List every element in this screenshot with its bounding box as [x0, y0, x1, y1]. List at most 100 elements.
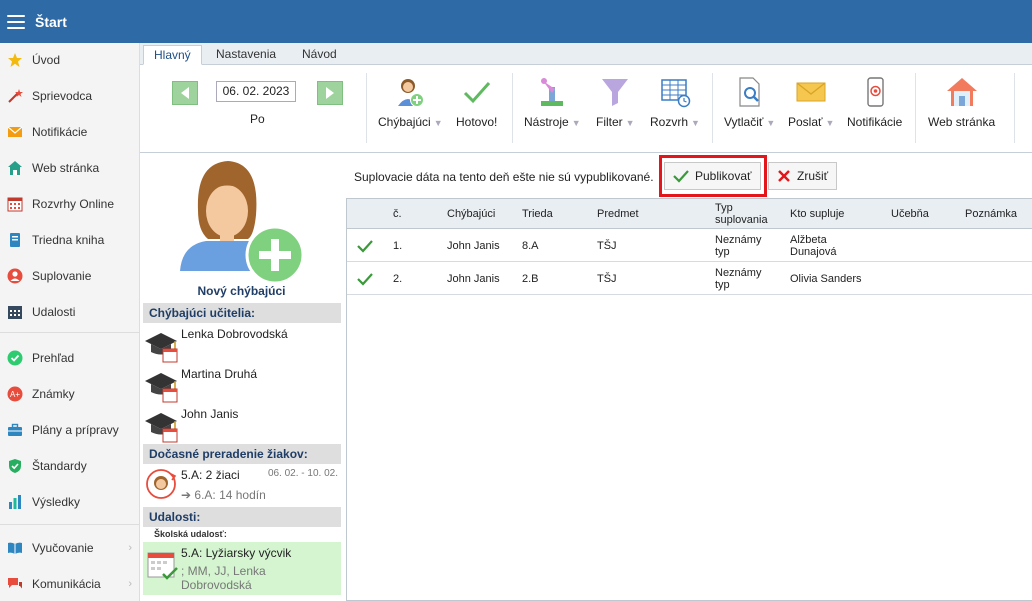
shield-icon [7, 458, 23, 474]
dropdown-arrow-icon: ▼ [433, 118, 443, 128]
tools-icon [535, 75, 569, 109]
print-button[interactable]: Vytlačiť ▼ [724, 75, 775, 129]
dropdown-arrow-icon: ▼ [691, 118, 700, 128]
sidebar-item-label: Sprievodca [32, 89, 93, 103]
cell-absent: John Janis [447, 273, 500, 285]
new-absent-avatar-icon[interactable] [176, 155, 306, 285]
send-button[interactable]: Poslať ▼ [788, 75, 834, 129]
sidebar-item-znamky[interactable]: A+ Známky [0, 377, 140, 411]
sidebar-item-vyucovanie[interactable]: Vyučovanie › [0, 531, 140, 565]
cell-type-line: typ [715, 246, 730, 258]
filter-button[interactable]: Filter ▼ [596, 75, 635, 129]
sidebar-item-sprievodca[interactable]: Sprievodca [0, 79, 140, 113]
teacher-name: Lenka Dobrovodská [181, 327, 288, 341]
calendar-icon [7, 304, 23, 320]
done-button[interactable]: Hotovo! [456, 75, 497, 129]
sidebar: Úvod Sprievodca Notifikácie Web stránka … [0, 43, 140, 601]
column-header-no[interactable]: č. [393, 208, 402, 220]
absent-button[interactable]: Chýbajúci ▼ [378, 75, 443, 129]
reassign-dates: 06. 02. - 10. 02. [267, 468, 338, 479]
dropdown-arrow-icon: ▼ [625, 118, 635, 128]
highlight-annotation [659, 155, 767, 197]
sidebar-item-vysledky[interactable]: Výsledky [0, 485, 140, 519]
graduation-cap-icon [145, 373, 178, 403]
open-book-icon [7, 540, 23, 556]
sidebar-item-rozvrhy-online[interactable]: Rozvrhy Online [0, 187, 140, 221]
star-icon [7, 52, 23, 68]
next-day-button[interactable] [317, 81, 343, 105]
sidebar-item-label: Plány a prípravy [32, 423, 119, 437]
reassign-title: 5.A: 2 žiaci [181, 468, 240, 482]
absent-teacher-item[interactable]: Lenka Dobrovodská [145, 327, 341, 365]
tab-nastavenia[interactable]: Nastavenia [206, 45, 286, 65]
top-bar: Štart [0, 0, 1032, 43]
dropdown-arrow-icon: ▼ [571, 118, 581, 128]
schedule-button[interactable]: Rozvrh ▼ [650, 75, 700, 129]
new-absent-label[interactable]: Nový chýbajúci [141, 284, 342, 298]
column-header-type-line: Typ [715, 202, 733, 214]
cell-substitute-line: Alžbeta [790, 234, 827, 246]
website-button-label: Web stránka [928, 115, 996, 129]
schedule-button-label: Rozvrh [650, 115, 689, 129]
print-preview-icon [733, 75, 767, 109]
cell-type-line: Neznámy [715, 267, 762, 279]
cancel-button-label: Zrušiť [797, 169, 829, 183]
sidebar-item-notifikacie[interactable]: Notifikácie [0, 115, 140, 149]
sidebar-item-plany-a-pripravy[interactable]: Plány a prípravy [0, 413, 140, 447]
cell-subject: TŠJ [597, 240, 617, 252]
event-item[interactable]: 5.A: Lyžiarsky výcvik ; MM, JJ, Lenka Do… [143, 542, 341, 595]
timetable-icon [658, 75, 692, 109]
graduation-cap-icon [145, 333, 178, 363]
column-header-room[interactable]: Učebňa [891, 208, 929, 220]
absent-button-label: Chýbajúci [378, 115, 431, 129]
website-button[interactable]: Web stránka [928, 75, 995, 129]
column-header-class[interactable]: Trieda [522, 208, 553, 220]
sidebar-item-label: Web stránka [32, 161, 100, 175]
column-header-note[interactable]: Poznámka [965, 208, 1017, 220]
close-icon [777, 169, 791, 183]
house-icon [945, 75, 979, 109]
tools-button[interactable]: Nástroje ▼ [524, 75, 581, 129]
calendar-check-icon [147, 552, 178, 580]
cell-no: 1. [393, 240, 403, 252]
sidebar-item-standardy[interactable]: Štandardy [0, 449, 140, 483]
sidebar-item-uvod[interactable]: Úvod [0, 43, 140, 77]
sidebar-item-label: Komunikácia [32, 577, 101, 591]
sidebar-item-udalosti[interactable]: Udalosti [0, 295, 140, 329]
sidebar-item-label: Udalosti [32, 305, 76, 319]
previous-day-button[interactable] [172, 81, 198, 105]
send-button-label: Poslať [788, 115, 823, 129]
person-circle-icon [7, 268, 23, 284]
sidebar-item-suplovanie[interactable]: Suplovanie [0, 259, 140, 293]
chevron-right-icon: › [128, 542, 132, 554]
absent-teacher-item[interactable]: John Janis [145, 407, 341, 445]
more-button[interactable]: N [1024, 75, 1032, 129]
check-circle-icon [7, 350, 23, 366]
sidebar-item-web-stranka[interactable]: Web stránka [0, 151, 140, 185]
absent-teacher-item[interactable]: Martina Druhá [145, 367, 341, 405]
column-header-subject[interactable]: Predmet [597, 208, 639, 220]
table-row[interactable]: 1. John Janis 8.A TŠJ Neznámy typ Alžbet… [347, 229, 1032, 262]
sidebar-item-komunikacia[interactable]: Komunikácia › [0, 567, 140, 601]
substitution-table: č. Chýbajúci Trieda Predmet Typ suplovan… [346, 198, 1032, 601]
cancel-button[interactable]: Zrušiť [768, 162, 838, 190]
checkmark-icon [357, 273, 373, 286]
notifications-button[interactable]: Notifikácie [847, 75, 902, 129]
date-field[interactable]: 06. 02. 2023 [216, 81, 296, 102]
ribbon-divider [915, 73, 916, 143]
phone-notification-icon [858, 75, 892, 109]
menu-icon[interactable] [7, 14, 25, 29]
sidebar-item-label: Suplovanie [32, 269, 92, 283]
column-header-type[interactable]: Typ suplovania [715, 202, 768, 226]
column-header-absent[interactable]: Chýbajúci [447, 208, 495, 220]
sidebar-item-triedna-kniha[interactable]: Triedna kniha [0, 223, 140, 257]
cell-substitute: Alžbeta Dunajová [790, 234, 836, 258]
publish-status-message: Suplovacie dáta na tento deň ešte nie sú… [354, 170, 654, 184]
table-row[interactable]: 2. John Janis 2.B TŠJ Neznámy typ Olivia… [347, 262, 1032, 295]
sidebar-item-prehlad[interactable]: Prehľad [0, 341, 140, 375]
reassign-item[interactable]: 5.A: 2 žiaci 06. 02. - 10. 02. ➔ 6.A: 14… [143, 464, 341, 506]
column-header-substitute[interactable]: Kto supluje [790, 208, 844, 220]
tab-navod[interactable]: Návod [292, 45, 347, 65]
tab-hlavny[interactable]: Hlavný [143, 45, 202, 65]
chat-icon [7, 576, 23, 592]
